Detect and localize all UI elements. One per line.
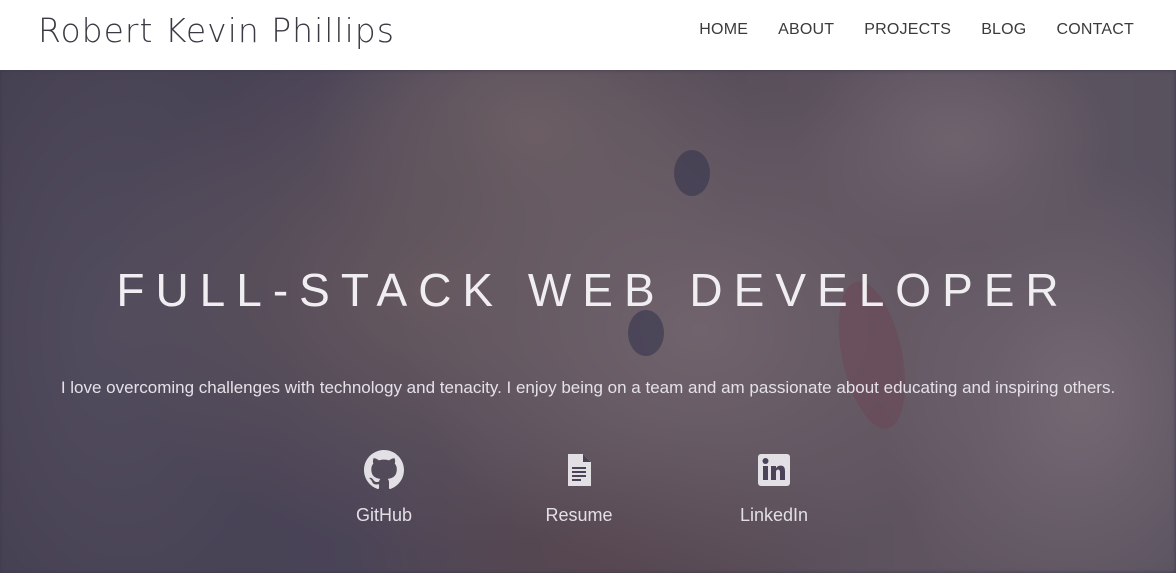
hero-headline: FULL-STACK WEB DEVELOPER xyxy=(116,264,1070,316)
nav-blog-link[interactable]: BLOG xyxy=(981,20,1026,40)
github-icon xyxy=(364,450,404,490)
resume-label: Resume xyxy=(545,505,613,525)
github-link[interactable]: GitHub xyxy=(324,450,444,526)
nav-contact-link[interactable]: CONTACT xyxy=(1056,20,1134,40)
profile-links: GitHub Resume LinkedIn xyxy=(0,450,1176,540)
hero-section: FULL-STACK WEB DEVELOPER I love overcomi… xyxy=(0,70,1176,573)
linkedin-label: LinkedIn xyxy=(739,505,809,525)
document-icon xyxy=(559,450,599,490)
resume-link[interactable]: Resume xyxy=(519,450,639,526)
linkedin-link[interactable]: LinkedIn xyxy=(714,450,834,526)
site-brand-link[interactable]: Robert Kevin Phillips xyxy=(38,11,395,50)
site-header: Robert Kevin Phillips HOME ABOUT PROJECT… xyxy=(0,0,1176,70)
nav-about-link[interactable]: ABOUT xyxy=(778,20,834,40)
nav-projects-link[interactable]: PROJECTS xyxy=(864,20,951,40)
nav-home-link[interactable]: HOME xyxy=(699,20,748,40)
hero-tagline: I love overcoming challenges with techno… xyxy=(60,378,1116,397)
main-nav: HOME ABOUT PROJECTS BLOG CONTACT xyxy=(699,20,1134,40)
linkedin-icon xyxy=(754,450,794,490)
github-label: GitHub xyxy=(355,505,413,525)
